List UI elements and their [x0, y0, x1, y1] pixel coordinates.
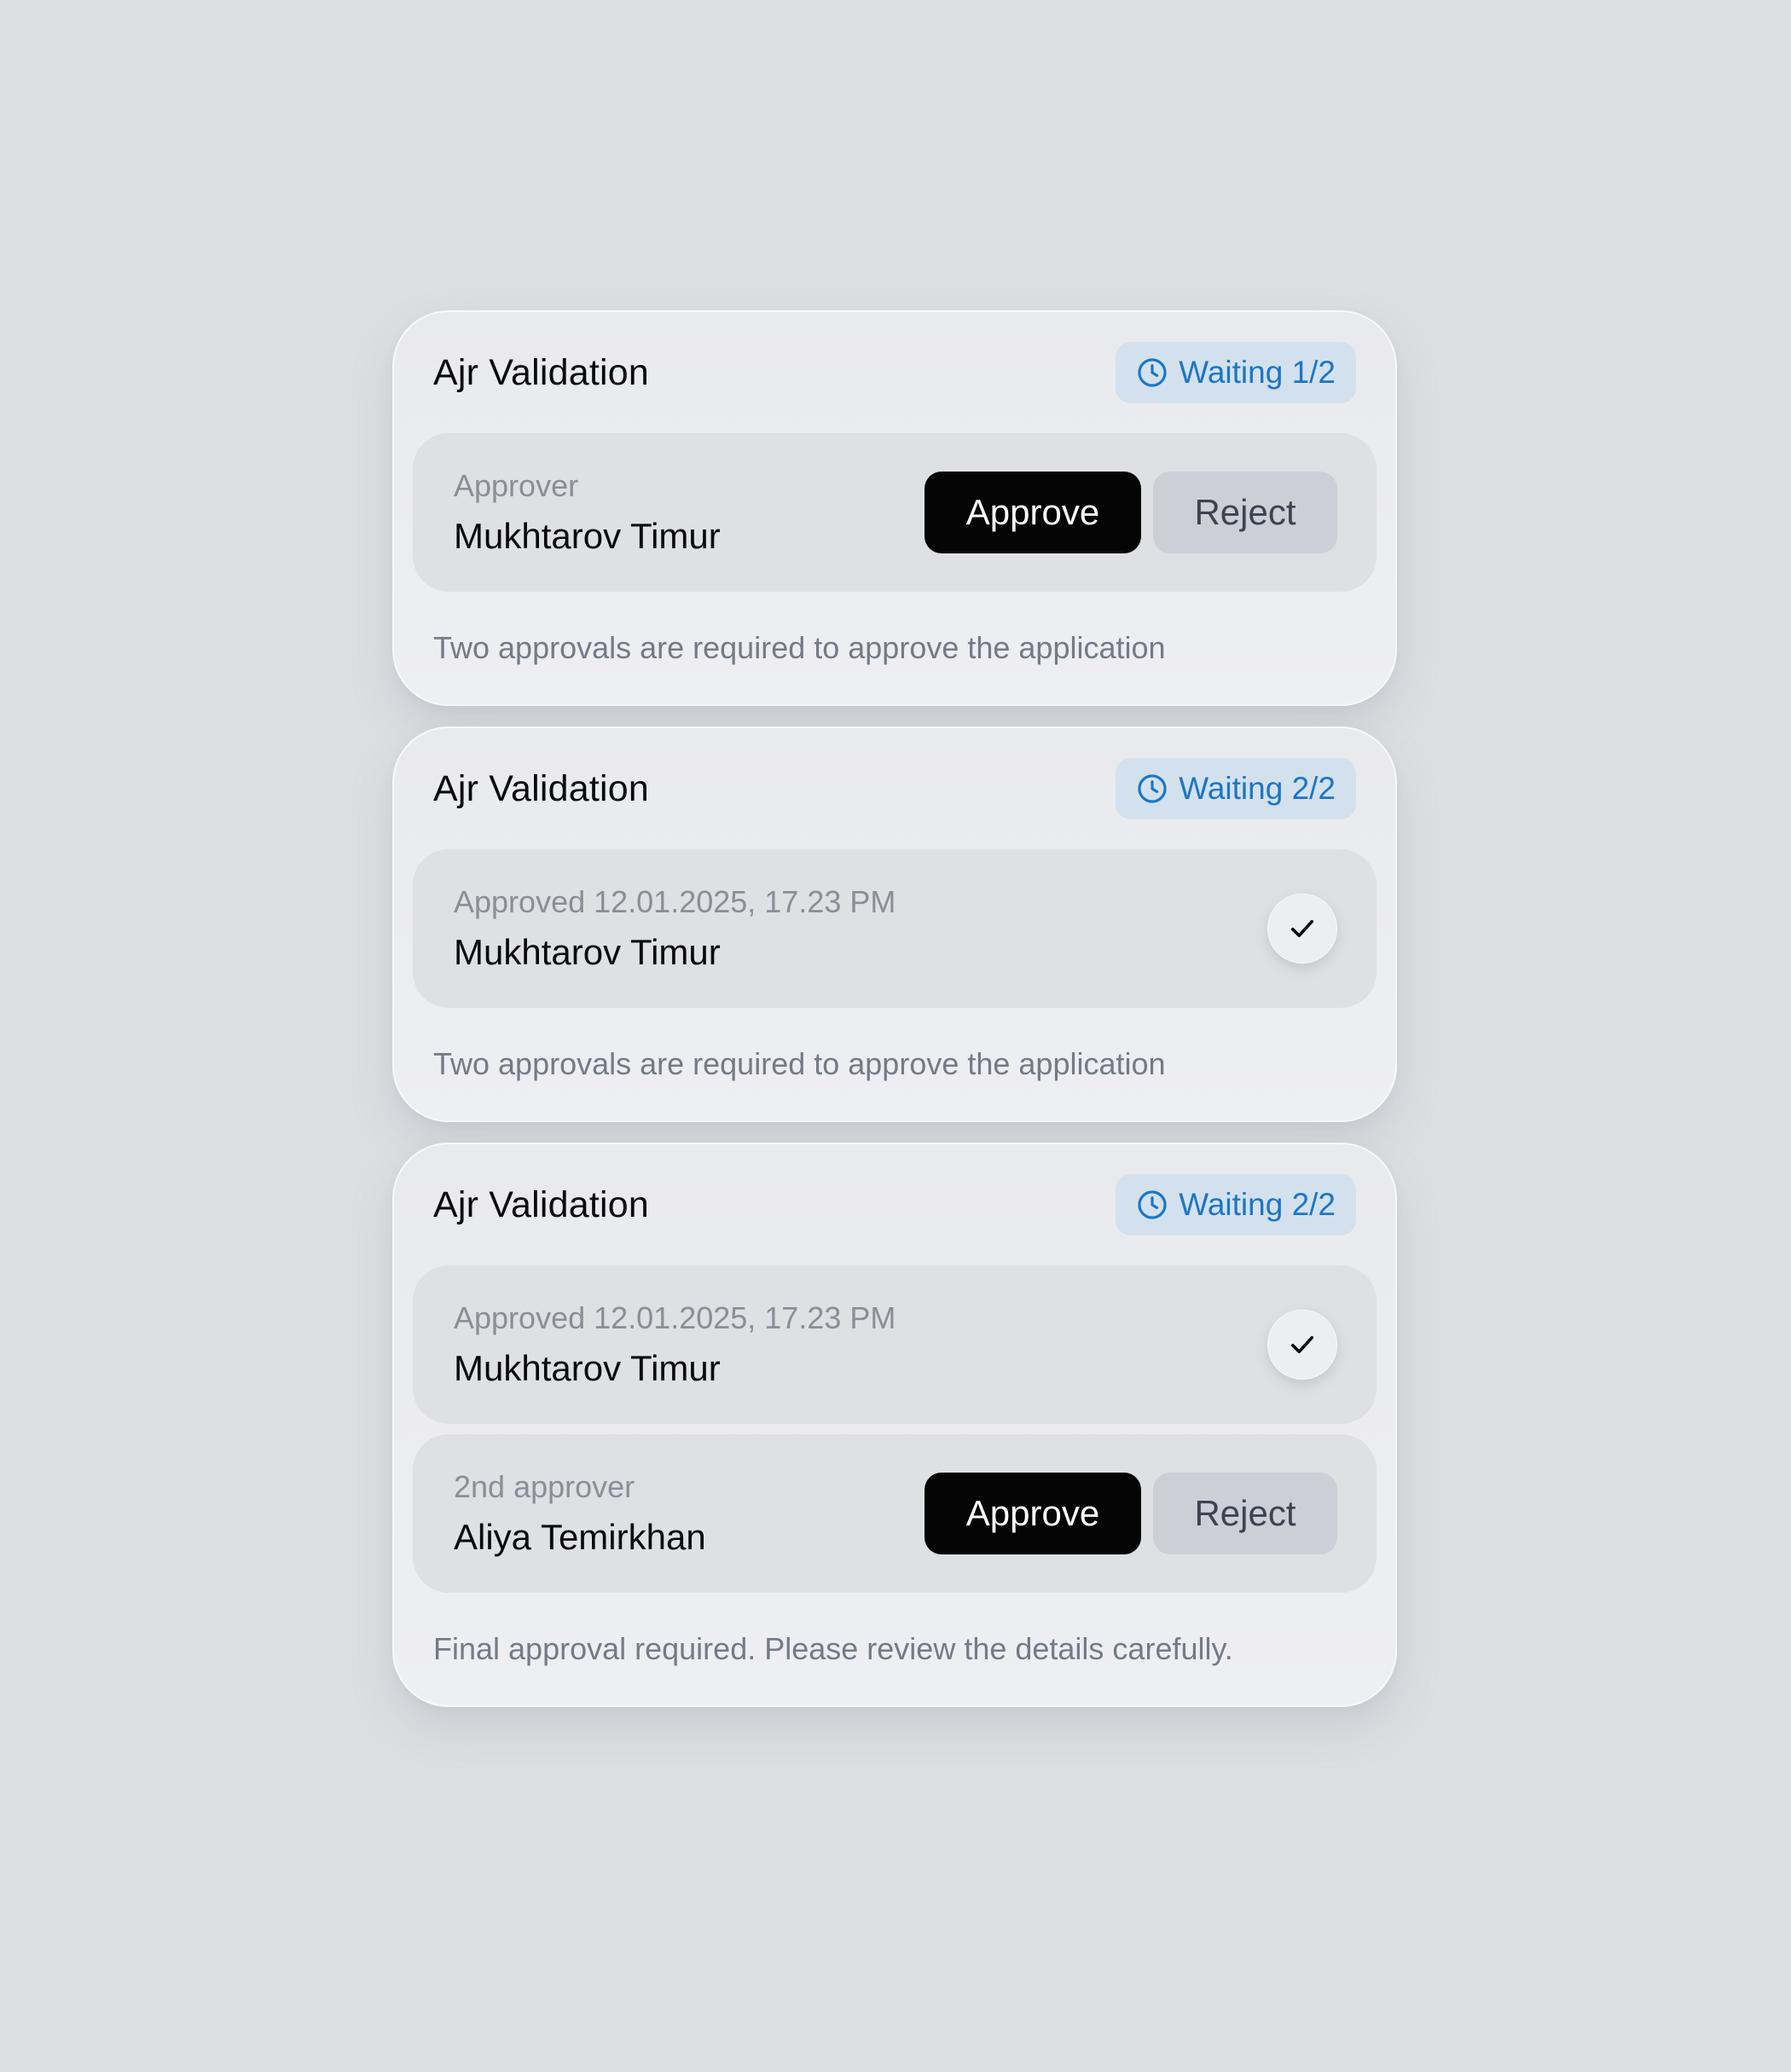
approver-name: Mukhtarov Timur [454, 932, 721, 972]
status-badge: Waiting 2/2 [1116, 758, 1356, 819]
check-icon [1290, 919, 1314, 938]
approval-card: Ajr Validation Waiting 2/2 Approved 12.0… [392, 1143, 1397, 1707]
check-icon [1290, 1335, 1314, 1354]
status-badge-label: Waiting 2/2 [1179, 1187, 1336, 1222]
approver-name: Mukhtarov Timur [454, 516, 721, 556]
approval-cards-stack: Ajr Validation Waiting 1/2 Approver Mukh… [392, 310, 1397, 1728]
card-note: Two approvals are required to approve th… [433, 630, 1166, 665]
approved-check-badge [1267, 1310, 1337, 1380]
approver-info: Approved 12.01.2025, 17.23 PM Mukhtarov … [454, 884, 896, 973]
card-title: Ajr Validation [433, 1184, 649, 1225]
approved-row: Approved 12.01.2025, 17.23 PM Mukhtarov … [413, 849, 1377, 1008]
approval-actions: Approve Reject [924, 1473, 1337, 1554]
clock-icon [1138, 358, 1167, 387]
approver-info: Approver Mukhtarov Timur [454, 468, 721, 557]
clock-icon [1138, 1190, 1167, 1219]
approver-row: 2nd approver Aliya Temirkhan Approve Rej… [413, 1434, 1377, 1593]
approve-button[interactable]: Approve [924, 472, 1141, 553]
status-badge: Waiting 1/2 [1116, 342, 1356, 403]
approval-actions: Approve Reject [924, 472, 1337, 553]
card-title: Ajr Validation [433, 767, 649, 809]
approver-name: Mukhtarov Timur [454, 1348, 721, 1388]
status-badge-label: Waiting 1/2 [1179, 355, 1336, 390]
approver-name: Aliya Temirkhan [454, 1517, 706, 1557]
approval-card: Ajr Validation Waiting 2/2 Approved 12.0… [392, 726, 1397, 1122]
approved-caption: Approved 12.01.2025, 17.23 PM [454, 884, 896, 919]
approved-caption: Approved 12.01.2025, 17.23 PM [454, 1300, 896, 1335]
status-badge: Waiting 2/2 [1116, 1174, 1356, 1236]
approver-caption: Approver [454, 468, 579, 503]
approve-button[interactable]: Approve [924, 1473, 1141, 1554]
card-header: Ajr Validation Waiting 2/2 [413, 1144, 1377, 1265]
approved-row: Approved 12.01.2025, 17.23 PM Mukhtarov … [413, 1265, 1377, 1424]
reject-button[interactable]: Reject [1153, 472, 1337, 553]
status-badge-label: Waiting 2/2 [1179, 771, 1336, 806]
reject-button[interactable]: Reject [1153, 1473, 1337, 1554]
card-header: Ajr Validation Waiting 2/2 [413, 728, 1377, 849]
card-title: Ajr Validation [433, 351, 649, 393]
approver-caption: 2nd approver [454, 1469, 635, 1504]
clock-icon [1138, 774, 1167, 803]
approver-info: 2nd approver Aliya Temirkhan [454, 1469, 706, 1558]
approver-row: Approver Mukhtarov Timur Approve Reject [413, 433, 1377, 592]
approved-check-badge [1267, 894, 1337, 964]
card-header: Ajr Validation Waiting 1/2 [413, 312, 1377, 433]
approval-card: Ajr Validation Waiting 1/2 Approver Mukh… [392, 310, 1397, 706]
approver-info: Approved 12.01.2025, 17.23 PM Mukhtarov … [454, 1300, 896, 1389]
card-note: Final approval required. Please review t… [433, 1631, 1233, 1666]
card-note: Two approvals are required to approve th… [433, 1046, 1166, 1081]
